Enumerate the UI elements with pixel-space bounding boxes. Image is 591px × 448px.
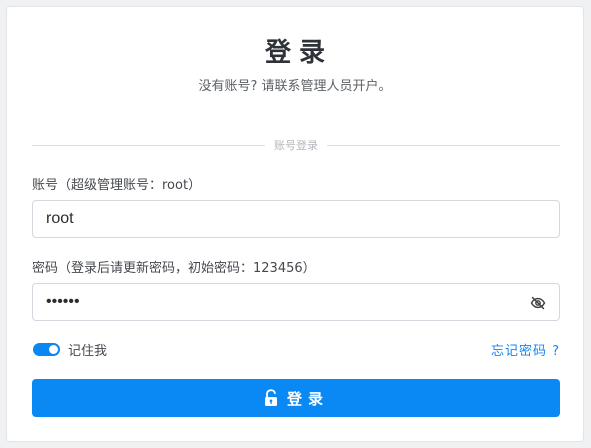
login-card: 登录 没有账号? 请联系管理人员开户。 账号登录 账号（超级管理账号：root）… — [6, 6, 584, 442]
divider-label: 账号登录 — [274, 139, 318, 152]
remember-row: 记住我 忘记密码 ? — [32, 339, 560, 359]
account-label: 账号（超级管理账号：root） — [32, 178, 202, 193]
login-button-label: 登录 — [286, 389, 329, 408]
divider-line-right — [327, 144, 560, 146]
password-field — [32, 283, 560, 321]
account-field — [32, 200, 560, 238]
unlock-icon — [264, 389, 277, 406]
password-input[interactable] — [33, 284, 559, 320]
account-input[interactable] — [33, 201, 559, 237]
toggle-knob — [49, 345, 58, 354]
page-title: 登录 — [264, 38, 333, 68]
divider-line-left — [32, 144, 265, 146]
section-divider: 账号登录 — [32, 137, 560, 153]
login-button[interactable]: 登录 — [32, 379, 560, 417]
remember-toggle[interactable] — [33, 343, 60, 356]
forgot-password-link[interactable]: 忘记密码 ? — [491, 340, 560, 359]
password-label: 密码（登录后请更新密码，初始密码：123456） — [32, 261, 316, 276]
remember-label: 记住我 — [68, 344, 108, 359]
eye-slash-icon[interactable] — [530, 295, 546, 311]
page-subtitle: 没有账号? 请联系管理人员开户。 — [198, 79, 392, 94]
